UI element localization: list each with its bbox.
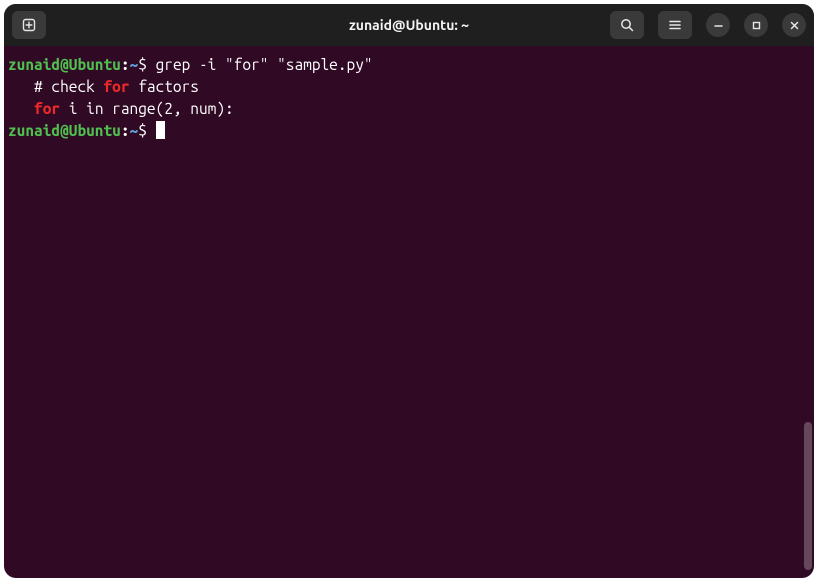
menu-icon bbox=[667, 17, 683, 33]
command-line: zunaid@Ubuntu:~$ grep -i "for" "sample.p… bbox=[8, 54, 810, 76]
new-tab-icon bbox=[21, 17, 37, 33]
terminal-body[interactable]: zunaid@Ubuntu:~$ grep -i "for" "sample.p… bbox=[4, 46, 814, 578]
terminal-window: zunaid@Ubuntu: ~ bbox=[4, 4, 814, 578]
scrollbar-thumb[interactable] bbox=[804, 422, 812, 570]
search-button[interactable] bbox=[610, 11, 644, 39]
titlebar: zunaid@Ubuntu: ~ bbox=[4, 4, 814, 46]
output-text: i in range(2, num): bbox=[60, 100, 234, 117]
command-text: grep -i "for" "sample.py" bbox=[147, 56, 373, 73]
output-text: factors bbox=[130, 78, 199, 95]
maximize-button[interactable] bbox=[744, 13, 768, 37]
titlebar-left-group bbox=[12, 11, 46, 39]
prompt-colon: : bbox=[121, 122, 130, 139]
prompt-dollar: $ bbox=[138, 56, 147, 73]
output-line-2: for i in range(2, num): bbox=[8, 98, 810, 120]
titlebar-right-group bbox=[610, 11, 806, 39]
output-line-1: # check for factors bbox=[8, 76, 810, 98]
window-title: zunaid@Ubuntu: ~ bbox=[349, 17, 469, 33]
prompt-user-host: zunaid@Ubuntu bbox=[8, 122, 121, 139]
prompt-path: ~ bbox=[130, 122, 139, 139]
minimize-icon bbox=[713, 20, 724, 31]
grep-match: for bbox=[34, 100, 60, 117]
maximize-icon bbox=[751, 20, 762, 31]
prompt-user-host: zunaid@Ubuntu bbox=[8, 56, 121, 73]
output-text: # check bbox=[8, 78, 103, 95]
output-text bbox=[8, 100, 34, 117]
cursor bbox=[156, 121, 165, 139]
prompt-dollar: $ bbox=[138, 122, 147, 139]
menu-button[interactable] bbox=[658, 11, 692, 39]
search-icon bbox=[619, 17, 635, 33]
prompt-colon: : bbox=[121, 56, 130, 73]
prompt-line: zunaid@Ubuntu:~$ bbox=[8, 120, 810, 142]
prompt-path: ~ bbox=[130, 56, 139, 73]
new-tab-button[interactable] bbox=[12, 11, 46, 39]
close-button[interactable] bbox=[782, 13, 806, 37]
close-icon bbox=[789, 20, 800, 31]
minimize-button[interactable] bbox=[706, 13, 730, 37]
grep-match: for bbox=[103, 78, 129, 95]
